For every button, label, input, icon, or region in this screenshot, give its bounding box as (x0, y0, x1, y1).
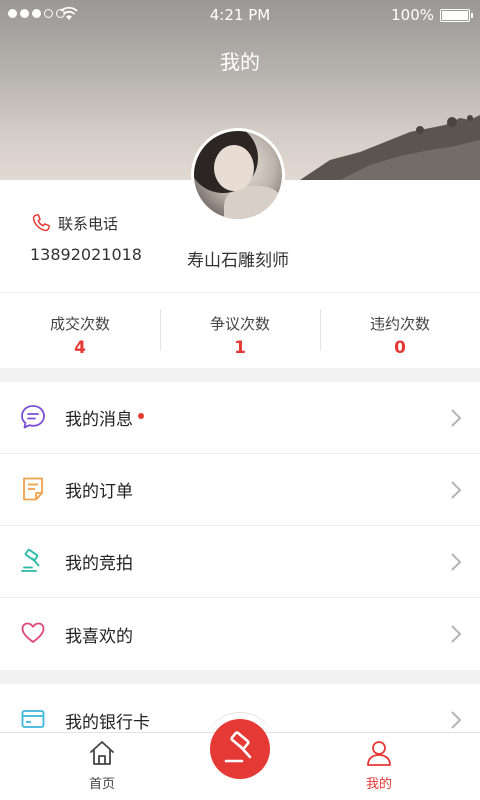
menu-label: 我的订单 (65, 482, 133, 502)
menu-item-orders[interactable]: 我的订单 (0, 454, 480, 526)
contact-label-row: 联系电话 (30, 212, 118, 234)
menu-item-favorites[interactable]: 我喜欢的 (0, 598, 480, 670)
page-title: 我的 (220, 50, 260, 74)
stat-label: 争议次数 (209, 315, 270, 333)
tab-me[interactable]: 我的 (339, 739, 419, 792)
chevron-right-icon (451, 409, 462, 427)
battery-percent: 100% (391, 6, 434, 24)
home-icon (90, 741, 114, 765)
menu-label: 我的消息 (65, 410, 133, 430)
chevron-right-icon (451, 481, 462, 499)
stat-value: 1 (234, 338, 246, 358)
stat-disputes[interactable]: 争议次数 1 (160, 293, 320, 368)
heart-icon (21, 622, 45, 643)
status-bar: 4:21 PM 100% (0, 0, 480, 30)
battery-icon (440, 9, 473, 22)
menu-label: 我喜欢的 (65, 626, 133, 647)
chevron-right-icon (451, 625, 462, 643)
tab-me-label: 我的 (365, 777, 392, 792)
avatar[interactable] (191, 128, 285, 222)
order-icon (23, 477, 43, 501)
stat-deals[interactable]: 成交次数 4 (0, 293, 160, 368)
tab-home[interactable]: 首页 (62, 739, 142, 792)
user-icon (367, 741, 391, 766)
phone-icon (32, 214, 50, 232)
unread-dot (138, 413, 144, 419)
menu-item-messages[interactable]: 我的消息 (0, 382, 480, 454)
stat-value: 4 (74, 338, 86, 358)
menu-item-auctions[interactable]: 我的竞拍 (0, 526, 480, 598)
contact-label: 联系电话 (58, 214, 119, 233)
center-auction-button[interactable] (210, 719, 270, 779)
stat-label: 成交次数 (49, 315, 110, 333)
bank-card-icon (21, 710, 45, 728)
message-icon (21, 405, 45, 429)
gavel-icon (224, 731, 252, 763)
user-nickname: 寿山石雕刻师 (187, 251, 289, 271)
stat-label: 违约次数 (369, 315, 430, 333)
auction-icon (21, 548, 40, 572)
chevron-right-icon (451, 711, 462, 729)
stat-defaults[interactable]: 违约次数 0 (320, 293, 480, 368)
tab-home-label: 首页 (88, 777, 115, 792)
menu-label: 我的银行卡 (65, 712, 150, 733)
stats-bar: 成交次数 4 争议次数 1 违约次数 0 (0, 292, 480, 368)
stat-value: 0 (394, 338, 406, 358)
chevron-right-icon (451, 553, 462, 571)
menu-group-main: 我的消息 我的订单 我的竞拍 我喜欢的 (0, 382, 480, 670)
menu-label: 我的竞拍 (65, 554, 133, 574)
